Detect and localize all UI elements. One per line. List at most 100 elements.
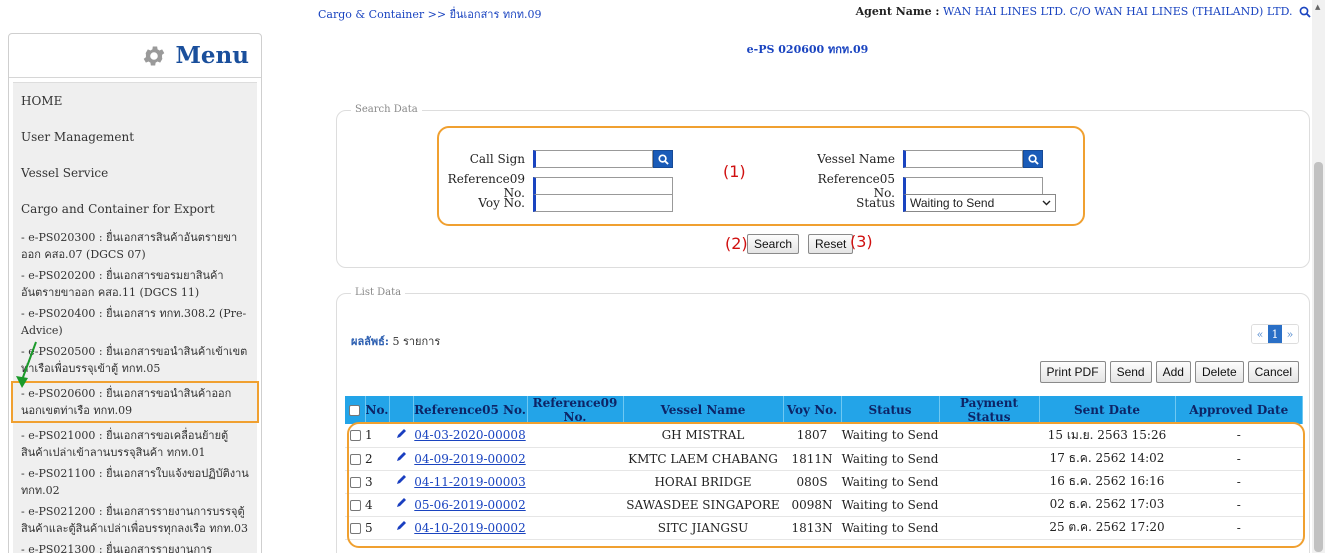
col-status: Status <box>841 396 940 424</box>
submenu-item-ps020600[interactable]: - e-PS020600 : ยื่นเอกสารขอนำสินค้าออกนอ… <box>11 381 259 423</box>
submenu-item-ps020200[interactable]: - e-PS020200 : ยื่นเอกสารขอรมยาสินค้าอัน… <box>13 265 257 303</box>
annotation-2: (2) <box>725 234 748 253</box>
search-legend: Search Data <box>351 104 422 115</box>
voy-label: Voy No. <box>478 196 525 210</box>
edit-cell <box>389 424 413 448</box>
page-title: e-PS 020600 ทกท.09 <box>746 43 869 56</box>
list-panel: List Data ผลลัพธ์: 5 รายการ « 1 » Print … <box>336 287 1310 553</box>
submenu-item-ps021000[interactable]: - e-PS021000 : ยื่นเอกสารขอเคลื่อนย้ายตู… <box>13 425 257 463</box>
delete-button[interactable]: Delete <box>1194 361 1244 383</box>
menu-item-home[interactable]: HOME <box>13 83 257 119</box>
vessel-name-lookup-button[interactable] <box>1023 150 1043 168</box>
submenu-item-ps021100[interactable]: - e-PS021100 : ยื่นเอกสารใบแจ้งขอปฏิบัติ… <box>13 463 257 501</box>
pencil-icon[interactable] <box>395 497 407 509</box>
table-row[interactable]: 5 04-10-2019-00002 SITC JIANGSU 1813N Waitin… <box>345 516 1303 540</box>
row-no: 2 <box>365 447 389 471</box>
search-panel: Search Data Call Sign Reference09 No. Vo… <box>336 104 1310 268</box>
row-approved: - <box>1175 424 1303 448</box>
status-selected-value: Waiting to Send <box>910 196 995 210</box>
row-status: Waiting to Send <box>841 516 939 540</box>
menu-item-user-management[interactable]: User Management <box>13 119 257 155</box>
send-button[interactable]: Send <box>1109 361 1152 383</box>
row-no: 3 <box>365 470 389 494</box>
submenu-item-ps021200[interactable]: - e-PS021200 : ยื่นเอกสารรายงานการบรรจุต… <box>13 501 257 539</box>
table-row[interactable]: 1 04-03-2020-00008 GH MISTRAL 1807 Waiting t… <box>345 424 1303 448</box>
pager-page-1[interactable]: 1 <box>1268 325 1282 343</box>
pencil-icon[interactable] <box>395 520 407 532</box>
search-icon <box>1027 153 1039 165</box>
menu-item-cargo-export[interactable]: Cargo and Container for Export <box>13 191 257 227</box>
col-approved: Approved Date <box>1175 396 1303 424</box>
submenu-item-ps020400[interactable]: - e-PS020400 : ยื่นเอกสาร ทกท.308.2 (Pre… <box>13 303 257 341</box>
call-sign-input[interactable] <box>533 150 653 168</box>
ref09-input[interactable] <box>533 177 673 195</box>
ref05-input[interactable] <box>903 177 1043 195</box>
page-scrollbar[interactable]: ▲ <box>1312 0 1325 553</box>
row-vessel: SITC JIANGSU <box>623 516 783 540</box>
pager-prev[interactable]: « <box>1252 325 1268 343</box>
add-button[interactable]: Add <box>1155 361 1191 383</box>
col-sent: Sent Date <box>1039 396 1176 424</box>
annotation-3: (3) <box>850 232 873 251</box>
reset-button[interactable]: Reset <box>808 234 854 254</box>
search-icon[interactable] <box>1299 6 1311 18</box>
list-toolbar: Print PDF Send Add Delete Cancel <box>1039 361 1299 383</box>
breadcrumb[interactable]: Cargo & Container >> ยื่นเอกสาร ทกท.09 <box>318 5 542 23</box>
submenu-item-ps020300[interactable]: - e-PS020300 : ยื่นเอกสารสินค้าอันตรายขา… <box>13 227 257 265</box>
print-pdf-button[interactable]: Print PDF <box>1039 361 1106 383</box>
row-ref05-link[interactable]: 05-06-2019-00002 <box>414 498 525 512</box>
vessel-name-input[interactable] <box>903 150 1023 168</box>
row-no: 5 <box>365 516 389 540</box>
vessel-name-label: Vessel Name <box>817 152 895 166</box>
edit-cell <box>389 470 413 494</box>
col-ref05: Reference05 No. <box>413 396 528 424</box>
scroll-up-icon[interactable]: ▲ <box>1315 3 1320 11</box>
submenu-item-ps020500[interactable]: - e-PS020500 : ยื่นเอกสารขอนำสินค้าเข้าเ… <box>13 341 257 379</box>
vessel-name-row: Vessel Name <box>815 150 1043 168</box>
col-voy: Voy No. <box>783 396 842 424</box>
row-approved: - <box>1175 516 1303 540</box>
row-checkbox[interactable] <box>349 430 361 442</box>
search-criteria-box: Call Sign Reference09 No. Voy No. (1) Ve… <box>437 126 1085 226</box>
status-label: Status <box>856 196 895 210</box>
row-payment <box>939 470 1039 494</box>
row-checkbox[interactable] <box>349 522 361 534</box>
row-voy: 1807 <box>783 424 841 448</box>
menu-item-vessel-service[interactable]: Vessel Service <box>13 155 257 191</box>
table-row[interactable]: 2 04-09-2019-00002 KMTC LAEM CHABANG 1811N W… <box>345 447 1303 471</box>
status-select[interactable]: Waiting to Send <box>903 194 1056 212</box>
table-row[interactable]: 4 05-06-2019-00002 SAWASDEE SINGAPORE 0098N… <box>345 493 1303 517</box>
row-checkbox[interactable] <box>349 476 361 488</box>
pencil-icon[interactable] <box>395 428 407 440</box>
col-no: No. <box>365 396 390 424</box>
row-no: 1 <box>365 424 389 448</box>
call-sign-lookup-button[interactable] <box>653 150 673 168</box>
agent-value: WAN HAI LINES LTD. C/O WAN HAI LINES (TH… <box>942 5 1293 18</box>
voy-input[interactable] <box>533 194 673 212</box>
row-ref05-link[interactable]: 04-11-2019-00003 <box>414 475 525 489</box>
row-payment <box>939 493 1039 517</box>
row-checkbox[interactable] <box>349 499 361 511</box>
row-sent: 02 ธ.ค. 2562 17:03 <box>1039 493 1175 517</box>
row-voy: 080S <box>783 470 841 494</box>
submenu-item-ps021300[interactable]: - e-PS021300 : ยื่นเอกสารรายงานการ <box>13 539 257 553</box>
row-ref05-link[interactable]: 04-03-2020-00008 <box>414 428 525 442</box>
pencil-icon[interactable] <box>395 474 407 486</box>
row-status: Waiting to Send <box>841 493 939 517</box>
row-voy: 1813N <box>783 516 841 540</box>
row-ref05-link[interactable]: 04-09-2019-00002 <box>414 452 525 466</box>
select-all-checkbox[interactable] <box>349 405 361 416</box>
pencil-icon[interactable] <box>395 451 407 463</box>
call-sign-row: Call Sign <box>445 150 673 168</box>
search-button[interactable]: Search <box>747 234 800 254</box>
scrollbar-thumb[interactable] <box>1314 162 1323 552</box>
pager-next[interactable]: » <box>1282 325 1298 343</box>
table-header-row: No. Reference05 No. Reference09 No. Vess… <box>345 396 1303 424</box>
row-checkbox[interactable] <box>349 453 361 465</box>
cancel-button[interactable]: Cancel <box>1247 361 1299 383</box>
row-ref05-cell: 04-03-2020-00008 <box>413 424 527 448</box>
table-row[interactable]: 3 04-11-2019-00003 HORAI BRIDGE 080S Waiting… <box>345 470 1303 494</box>
edit-cell <box>389 447 413 471</box>
row-ref05-link[interactable]: 04-10-2019-00002 <box>414 521 525 535</box>
annotation-1: (1) <box>723 162 746 181</box>
